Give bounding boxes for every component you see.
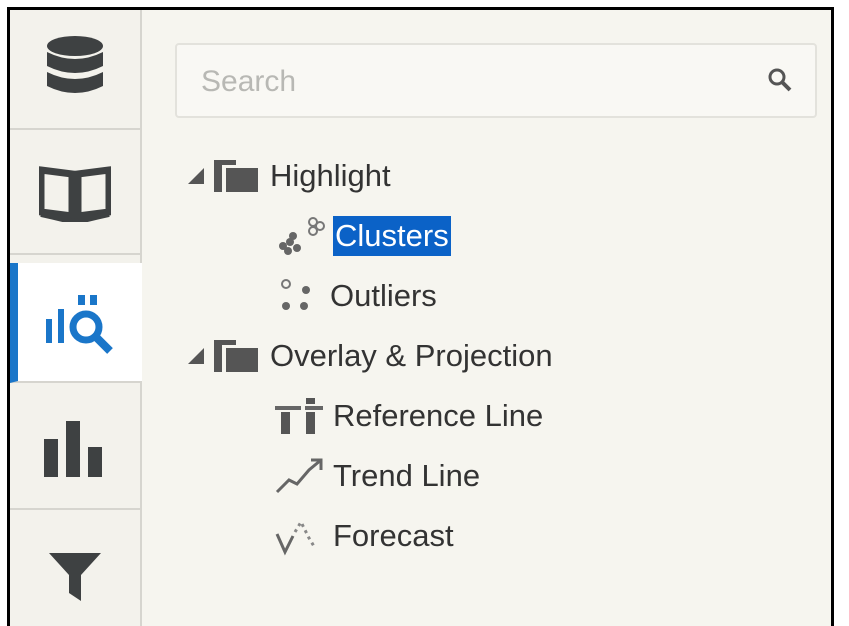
tree-group-label: Highlight: [270, 158, 391, 193]
tab-data[interactable]: [10, 10, 140, 130]
tree-group-overlay-projection[interactable]: Overlay & Projection: [188, 332, 553, 380]
expand-triangle-icon[interactable]: [188, 348, 204, 364]
clusters-icon: [275, 216, 325, 256]
search-input[interactable]: [199, 45, 743, 118]
tree-item-forecast[interactable]: Forecast: [275, 512, 454, 560]
tree-item-trend-line[interactable]: Trend Line: [275, 452, 480, 500]
tree-item-label: Trend Line: [333, 458, 481, 493]
tree-item-label: Clusters: [333, 216, 451, 256]
analytics-icon: [46, 295, 113, 354]
forecast-icon: [275, 516, 323, 556]
folder-icon: [214, 340, 258, 372]
tree-item-label: Reference Line: [333, 398, 544, 433]
search-box[interactable]: [175, 43, 817, 118]
reference-line-icon: [275, 396, 323, 436]
database-icon: [47, 36, 103, 93]
search-icon[interactable]: [767, 67, 793, 98]
bar-chart-icon: [44, 421, 102, 477]
tree-item-label: Forecast: [333, 518, 454, 553]
data-panel: Highlight Clusters Out: [7, 7, 834, 626]
tree-item-label: Outliers: [330, 278, 437, 313]
tree-item-outliers[interactable]: Outliers: [278, 272, 437, 320]
outliers-icon: [278, 276, 318, 316]
book-icon: [39, 166, 111, 222]
folder-icon: [214, 160, 258, 192]
tree-item-clusters[interactable]: Clusters: [275, 212, 451, 260]
tree-group-label: Overlay & Projection: [270, 338, 553, 373]
tab-analytics[interactable]: [10, 263, 142, 383]
tab-book[interactable]: [10, 135, 140, 255]
tab-filter[interactable]: [10, 515, 140, 626]
tree-item-reference-line[interactable]: Reference Line: [275, 392, 543, 440]
tree-group-highlight[interactable]: Highlight: [188, 152, 391, 200]
expand-triangle-icon[interactable]: [188, 168, 204, 184]
trend-line-icon: [275, 456, 323, 496]
tab-visualizations[interactable]: [10, 390, 140, 510]
filter-icon: [49, 553, 101, 601]
side-rail: [10, 10, 142, 626]
